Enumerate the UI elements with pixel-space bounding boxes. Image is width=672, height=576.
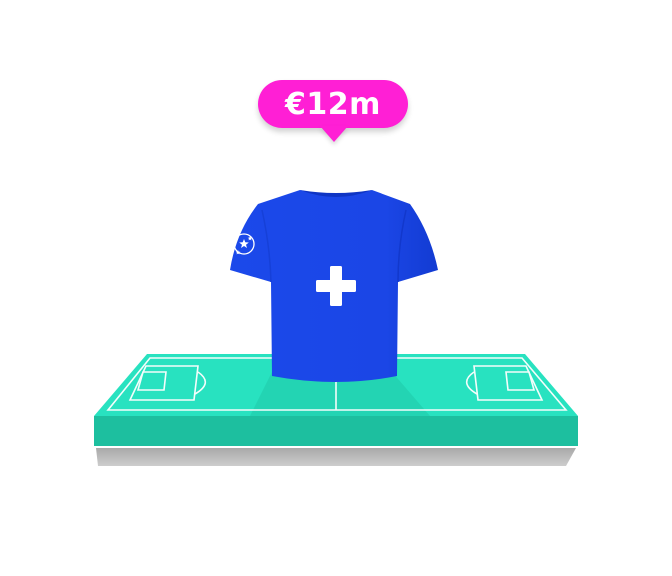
player-slot: €12m [0,0,672,576]
price-badge[interactable]: €12m [258,80,408,128]
ground-shadow [96,448,576,466]
price-badge-pointer [320,126,348,142]
add-player-button[interactable] [230,186,440,386]
